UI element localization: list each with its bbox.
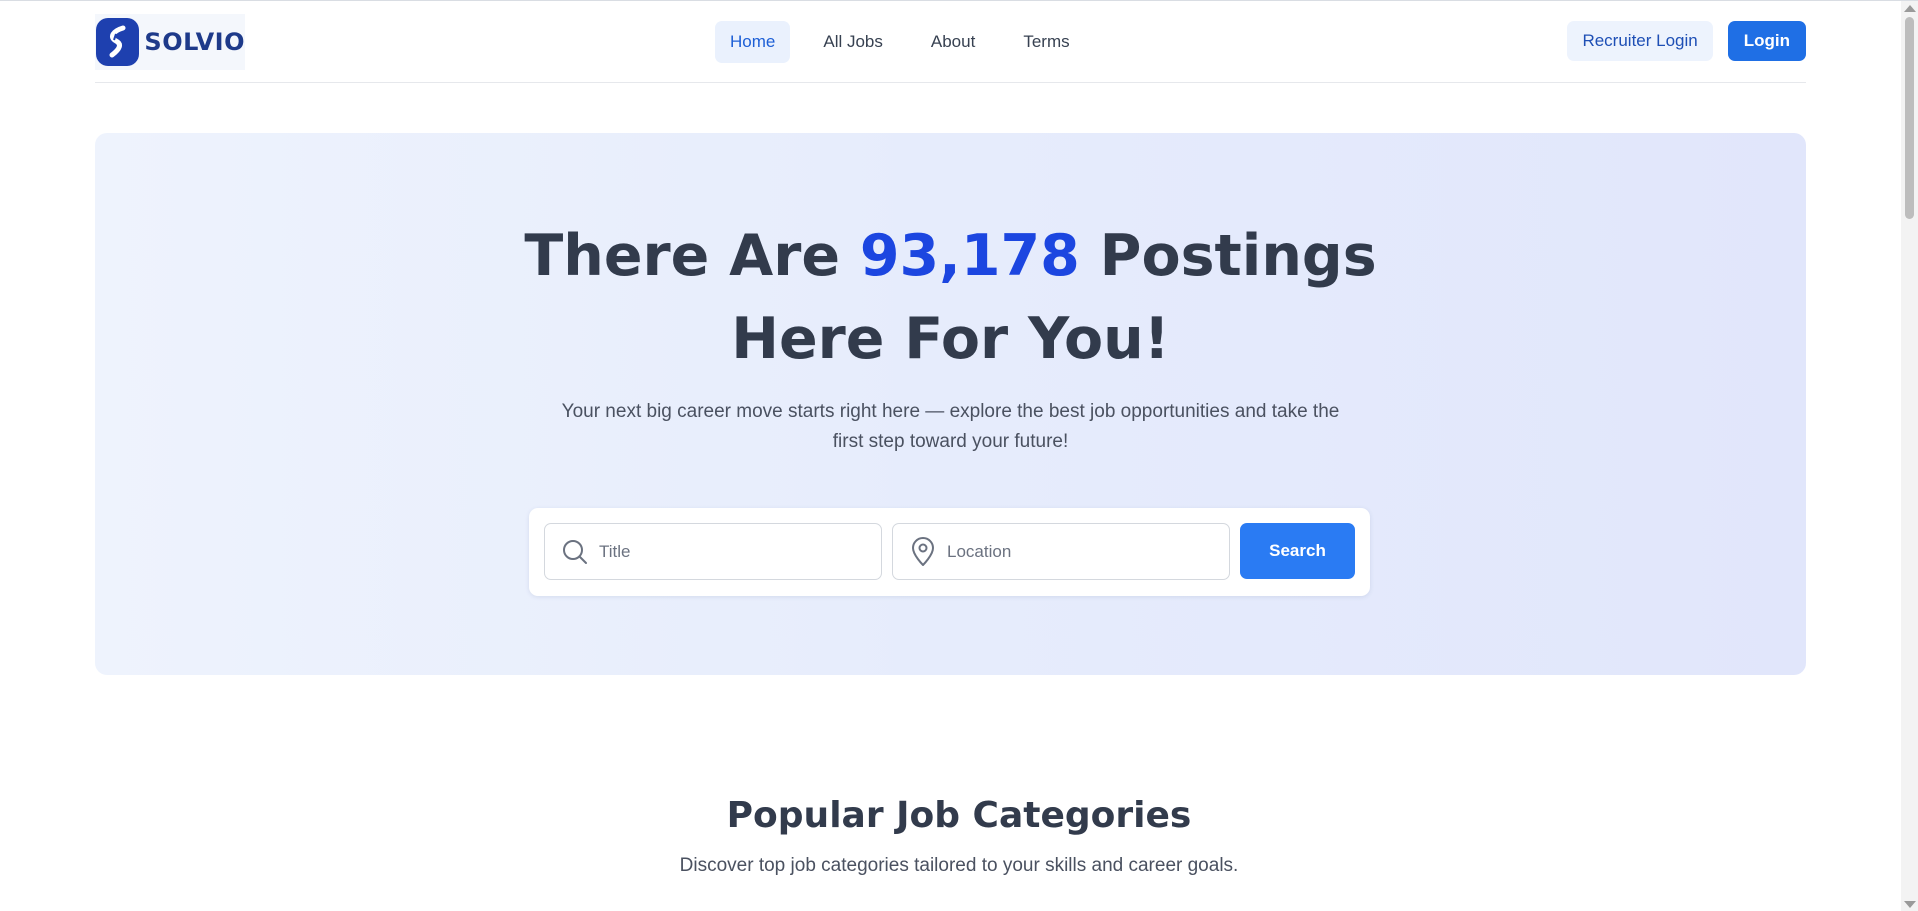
scroll-up-arrow-icon[interactable] [1904, 5, 1916, 12]
title-input[interactable] [597, 540, 867, 563]
hero-subtitle-line1: Your next big career move starts right h… [561, 401, 1340, 422]
job-search-form: Search [529, 508, 1370, 596]
title-field[interactable] [544, 523, 882, 580]
scrollbar-thumb[interactable] [1905, 17, 1914, 219]
logo[interactable]: SOLVIO [95, 14, 245, 70]
scroll-down-arrow-icon[interactable] [1904, 901, 1916, 908]
location-field[interactable] [892, 523, 1230, 580]
page-scrollbar[interactable] [1901, 1, 1918, 911]
logo-text: SOLVIO [144, 28, 245, 56]
hero-subtitle: Your next big career move starts right h… [95, 397, 1806, 457]
nav-item-about[interactable]: About [916, 21, 990, 63]
categories-subtitle: Discover top job categories tailored to … [679, 855, 1239, 876]
page: SOLVIO Home All Jobs About Terms Recruit… [0, 0, 1918, 911]
recruiter-login-button[interactable]: Recruiter Login [1567, 21, 1713, 61]
header-actions: Recruiter Login Login [1567, 21, 1806, 61]
hero-title: There Are 93,178 Postings Here For You! [95, 215, 1806, 381]
nav-item-home[interactable]: Home [715, 21, 791, 63]
hero-subtitle-line2: first step toward your future! [832, 431, 1069, 452]
hero-title-suffix: Postings [1099, 223, 1377, 289]
hero-section: There Are 93,178 Postings Here For You! … [95, 133, 1806, 675]
postings-count: 93,178 [859, 223, 1080, 289]
search-icon [560, 537, 590, 567]
search-button[interactable]: Search [1240, 523, 1355, 579]
main-nav: Home All Jobs About Terms [715, 21, 1085, 63]
map-pin-icon [908, 536, 938, 567]
nav-item-terms[interactable]: Terms [1008, 21, 1084, 63]
hero-title-line2: Here For You! [731, 306, 1170, 372]
categories-title: Popular Job Categories [726, 795, 1192, 836]
location-input[interactable] [945, 540, 1215, 563]
login-button[interactable]: Login [1727, 21, 1806, 61]
nav-item-all-jobs[interactable]: All Jobs [808, 21, 898, 63]
site-header: SOLVIO Home All Jobs About Terms Recruit… [95, 1, 1806, 83]
solvio-logo-icon [96, 18, 140, 66]
hero-title-prefix: There Are [524, 223, 840, 289]
